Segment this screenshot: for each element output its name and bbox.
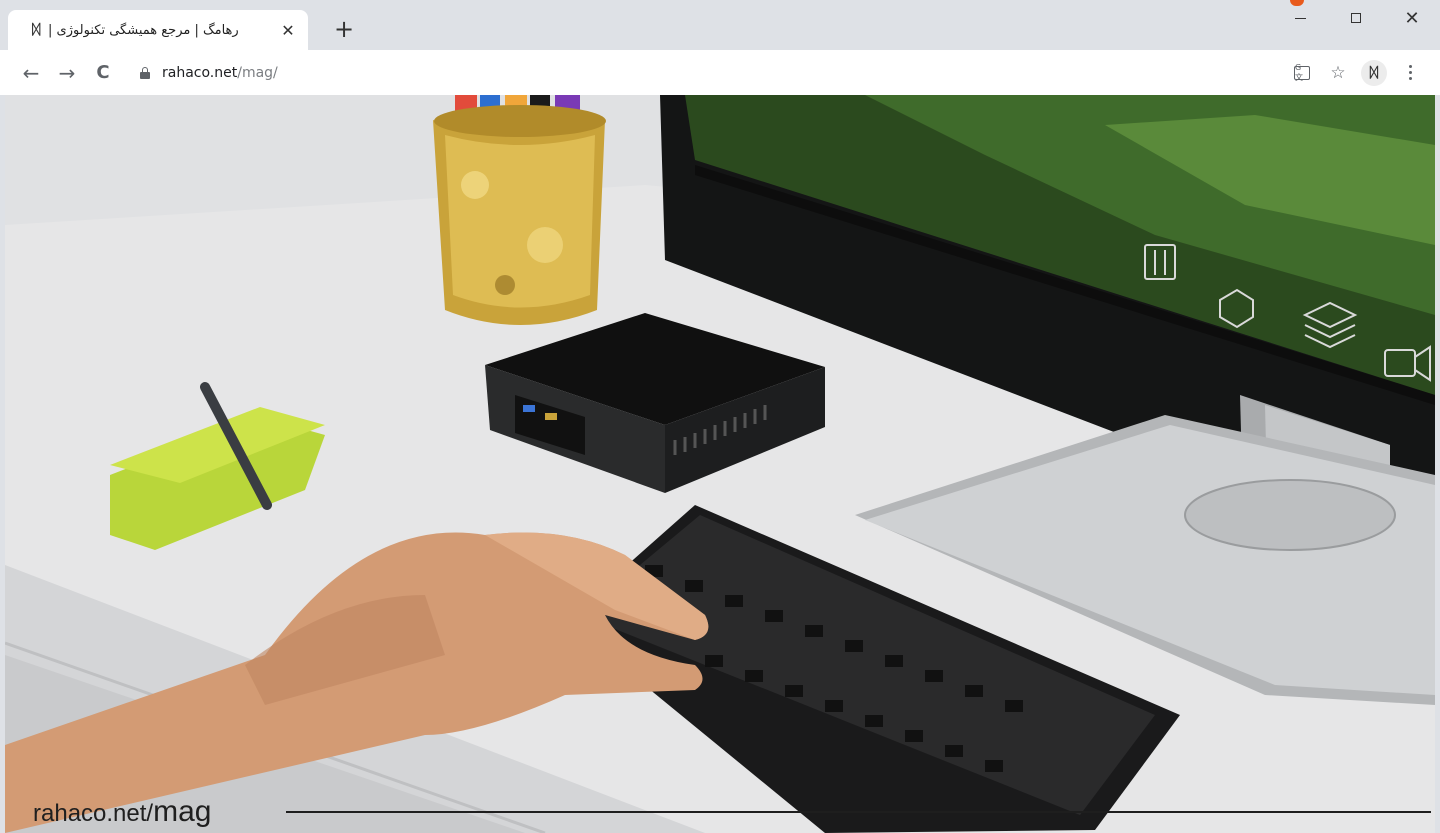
- tab-title: رهامگ | مرجع همیشگی تکنولوژی |: [48, 22, 239, 38]
- tab-strip: ᛞ رهامگ | مرجع همیشگی تکنولوژی | ✕ + ✕: [0, 0, 1440, 50]
- bookmark-button[interactable]: ☆: [1320, 56, 1356, 89]
- rahaco-logo-icon: ᛞ: [32, 22, 41, 38]
- reload-button[interactable]: C: [86, 56, 120, 90]
- maximize-icon: [1351, 13, 1361, 23]
- window-controls: ✕: [1272, 0, 1440, 36]
- close-window-button[interactable]: ✕: [1384, 0, 1440, 36]
- minimize-icon: [1294, 17, 1306, 19]
- translate-icon: G文: [1294, 63, 1310, 82]
- extension-button[interactable]: ᛞ: [1356, 56, 1392, 89]
- translate-button[interactable]: G文: [1284, 56, 1320, 89]
- star-icon: ☆: [1330, 62, 1346, 83]
- maximize-button[interactable]: [1328, 0, 1384, 36]
- watermark-host: rahaco.net/: [33, 800, 154, 827]
- watermark-rule: [286, 811, 1431, 813]
- new-tab-button[interactable]: +: [331, 16, 357, 42]
- watermark-path: mag: [153, 795, 212, 828]
- back-button[interactable]: ←: [14, 56, 48, 90]
- menu-icon[interactable]: [1392, 56, 1428, 89]
- desk-photo: [5, 95, 1435, 833]
- extension-icon: ᛞ: [1361, 59, 1387, 86]
- url-path: /mag/: [237, 64, 278, 81]
- pencil-cup: [433, 95, 606, 325]
- tab-close-icon[interactable]: ✕: [278, 20, 298, 40]
- browser-toolbar: ← → C rahaco.net/mag/ G文 ☆ ᛞ: [0, 50, 1440, 95]
- minimize-button[interactable]: [1272, 0, 1328, 36]
- address-bar[interactable]: rahaco.net/mag/: [140, 56, 1240, 89]
- browser-tab[interactable]: ᛞ رهامگ | مرجع همیشگی تکنولوژی | ✕: [8, 10, 308, 50]
- url-host: rahaco.net: [162, 64, 238, 81]
- forward-button[interactable]: →: [50, 56, 84, 90]
- toolbar-actions: G文 ☆ ᛞ: [1284, 56, 1428, 89]
- lock-icon[interactable]: [140, 66, 150, 79]
- page-viewport: [5, 95, 1435, 833]
- watermark: rahaco.net/mag: [33, 795, 211, 829]
